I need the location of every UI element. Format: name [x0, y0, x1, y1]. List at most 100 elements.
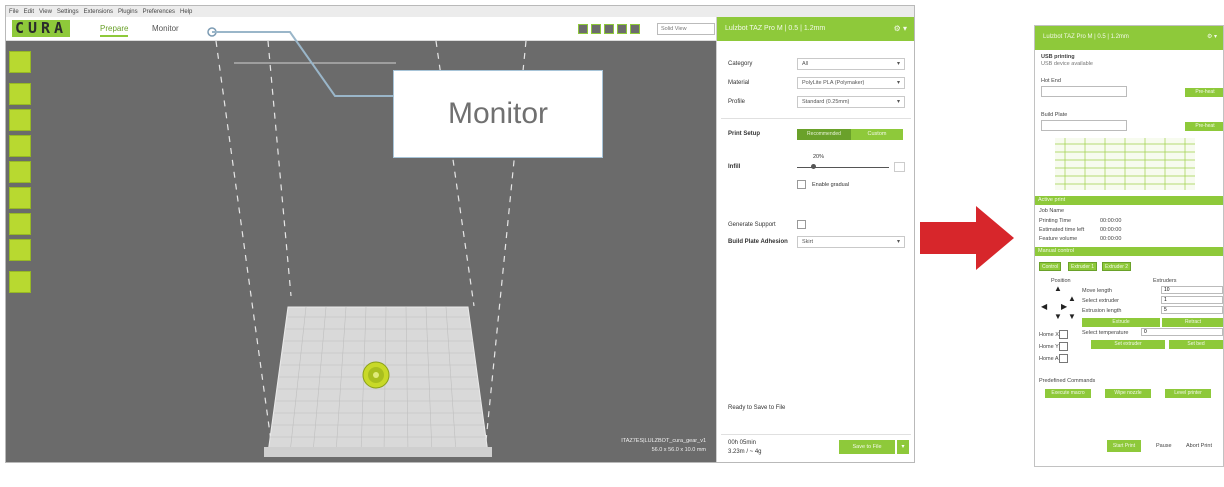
- profile-label: Profile: [728, 99, 746, 105]
- extrude-button[interactable]: Extrude: [1082, 318, 1160, 327]
- save-options-chevron-icon[interactable]: ▾: [897, 440, 909, 454]
- infill-custom-box[interactable]: [894, 162, 905, 172]
- recommended-mode-button[interactable]: Recommended: [797, 129, 851, 140]
- move-x-plus-icon[interactable]: ▶: [1061, 302, 1067, 311]
- per-model-settings-icon[interactable]: [9, 187, 31, 209]
- extrusion-length-field[interactable]: 5: [1161, 306, 1223, 314]
- move-length-label: Move length: [1082, 288, 1112, 294]
- home-all-label: Home All: [1039, 356, 1062, 362]
- set-extruder-button[interactable]: Set extruder: [1091, 340, 1165, 349]
- hot-end-preheat-button[interactable]: Pre-heat: [1185, 88, 1223, 97]
- set-bed-button[interactable]: Set bed: [1169, 340, 1223, 349]
- printer-name: Lulzbot TAZ Pro M | 0.5 | 1.2mm: [725, 25, 826, 32]
- monitor-printer-header[interactable]: Lulzbot TAZ Pro M | 0.5 | 1.2mm ⚙ ▾: [1035, 26, 1223, 50]
- tab-extruder-2[interactable]: Extruder 2: [1102, 262, 1132, 271]
- infill-value: 20%: [813, 154, 825, 160]
- home-x-label: Home X: [1039, 332, 1059, 338]
- home-x-icon[interactable]: [1059, 330, 1068, 339]
- support-blocker-icon[interactable]: [9, 213, 31, 235]
- view-left-icon[interactable]: [617, 24, 627, 34]
- move-x-minus-icon[interactable]: ◀: [1041, 302, 1047, 311]
- gradual-infill-label: Enable gradual: [812, 182, 850, 188]
- print-setup-label: Print Setup: [728, 131, 761, 137]
- material-label: Material: [728, 80, 750, 86]
- adhesion-label: Build Plate Adhesion: [728, 239, 788, 245]
- category-select[interactable]: All: [797, 58, 905, 70]
- extrusion-length-label: Extrusion length: [1082, 308, 1122, 314]
- select-temp-field[interactable]: 0: [1141, 328, 1223, 336]
- feature-label: Feature volume: [1039, 236, 1078, 242]
- move-z-up-icon[interactable]: ▲: [1068, 294, 1076, 303]
- home-y-label: Home Y: [1039, 344, 1059, 350]
- printer-commands-label: Predefined Commands: [1039, 378, 1096, 384]
- usb-subtitle: USB device available: [1041, 61, 1093, 67]
- hot-end-label: Hot End: [1041, 78, 1061, 84]
- retract-button[interactable]: Retract: [1162, 318, 1223, 327]
- save-to-file-button[interactable]: Save to File: [839, 440, 895, 454]
- tab-extruder-1[interactable]: Extruder 1: [1068, 262, 1098, 271]
- select-extruder-field[interactable]: 1: [1161, 296, 1223, 304]
- estimated-time-label: Estimated time left: [1039, 227, 1085, 233]
- support-checkbox[interactable]: [797, 220, 806, 229]
- print-settings-panel: Lulzbot TAZ Pro M | 0.5 | 1.2mm ⚙ ▾ Cate…: [716, 17, 914, 462]
- feature-value: 00:00:00: [1100, 236, 1122, 242]
- job-name-label: Job Name: [1039, 208, 1065, 214]
- profile-select[interactable]: Standard (0.25mm): [797, 96, 905, 108]
- model-name: ITAZ7ES|LULZBOT_cura_gear_v1: [621, 438, 706, 444]
- abort-print-button[interactable]: Abort Print: [1186, 443, 1212, 449]
- print-time: 00h 05min: [728, 440, 757, 446]
- ready-status: Ready to Save to File: [728, 405, 786, 411]
- category-label: Category: [728, 61, 753, 67]
- printer-options-icon[interactable]: ⚙ ▾: [894, 24, 907, 33]
- material-select[interactable]: PolyLite PLA (Polymaker): [797, 77, 905, 89]
- tools-icon[interactable]: [9, 271, 31, 293]
- build-plate-label: Build Plate: [1041, 112, 1068, 118]
- infill-label: Infill: [728, 164, 741, 170]
- slice-progress-bar: [721, 434, 911, 435]
- model-info: ITAZ7ES|LULZBOT_cura_gear_v1 56.0 x 56.0…: [566, 438, 706, 453]
- move-y-minus-icon[interactable]: ▼: [1054, 312, 1062, 321]
- printer-header[interactable]: Lulzbot TAZ Pro M | 0.5 | 1.2mm ⚙ ▾: [717, 17, 914, 41]
- gradual-infill-checkbox[interactable]: [797, 180, 806, 189]
- home-y-icon[interactable]: [1059, 342, 1068, 351]
- monitor-callout: Monitor: [393, 70, 603, 158]
- tab-control[interactable]: Control: [1039, 262, 1062, 271]
- scale-tool-icon[interactable]: [9, 109, 31, 131]
- home-all-icon[interactable]: [1059, 354, 1068, 363]
- manual-control-bar: Manual control: [1035, 247, 1223, 256]
- layer-view-icon[interactable]: [9, 239, 31, 261]
- red-arrow-icon: [920, 206, 1014, 270]
- view-mode-select[interactable]: Solid View: [657, 23, 715, 35]
- move-z-down-icon[interactable]: ▼: [1068, 312, 1076, 321]
- support-label: Generate Support: [728, 222, 776, 228]
- custom-mode-button[interactable]: Custom: [851, 129, 903, 140]
- select-temp-label: Select temperature: [1082, 330, 1129, 336]
- level-printer-button[interactable]: Level printer: [1165, 389, 1211, 398]
- build-plate-temp-field[interactable]: [1041, 120, 1127, 131]
- divider: [721, 118, 911, 119]
- estimated-time-value: 00:00:00: [1100, 227, 1122, 233]
- gear-model: [362, 361, 390, 389]
- printing-time-value: 00:00:00: [1100, 218, 1122, 224]
- wipe-nozzle-button[interactable]: Wipe nozzle: [1105, 389, 1151, 398]
- execute-macro-button[interactable]: Execute macro: [1045, 389, 1091, 398]
- move-y-plus-icon[interactable]: ▲: [1054, 284, 1062, 293]
- hot-end-temp-field[interactable]: [1041, 86, 1127, 97]
- infill-slider-handle[interactable]: [811, 164, 816, 169]
- rotate-tool-icon[interactable]: [9, 135, 31, 157]
- mirror-tool-icon[interactable]: [9, 161, 31, 183]
- adhesion-select[interactable]: Skirt: [797, 236, 905, 248]
- active-print-bar: Active print: [1035, 196, 1223, 205]
- monitor-printer-name: Lulzbot TAZ Pro M | 0.5 | 1.2mm: [1043, 34, 1129, 40]
- model-dimensions: 56.0 x 56.0 x 10.0 mm: [651, 447, 706, 453]
- select-extruder-label: Select extruder: [1082, 298, 1119, 304]
- monitor-options-icon[interactable]: ⚙ ▾: [1207, 33, 1217, 40]
- build-plate-preheat-button[interactable]: Pre-heat: [1185, 122, 1223, 131]
- move-length-field[interactable]: 10: [1161, 286, 1223, 294]
- pause-button[interactable]: Pause: [1156, 443, 1172, 449]
- view-right-icon[interactable]: [630, 24, 640, 34]
- monitor-panel: Lulzbot TAZ Pro M | 0.5 | 1.2mm ⚙ ▾ USB …: [1034, 25, 1224, 467]
- start-print-button[interactable]: Start Print: [1107, 440, 1141, 452]
- build-volume-viewport[interactable]: [6, 41, 716, 463]
- usb-title: USB printing: [1041, 54, 1075, 60]
